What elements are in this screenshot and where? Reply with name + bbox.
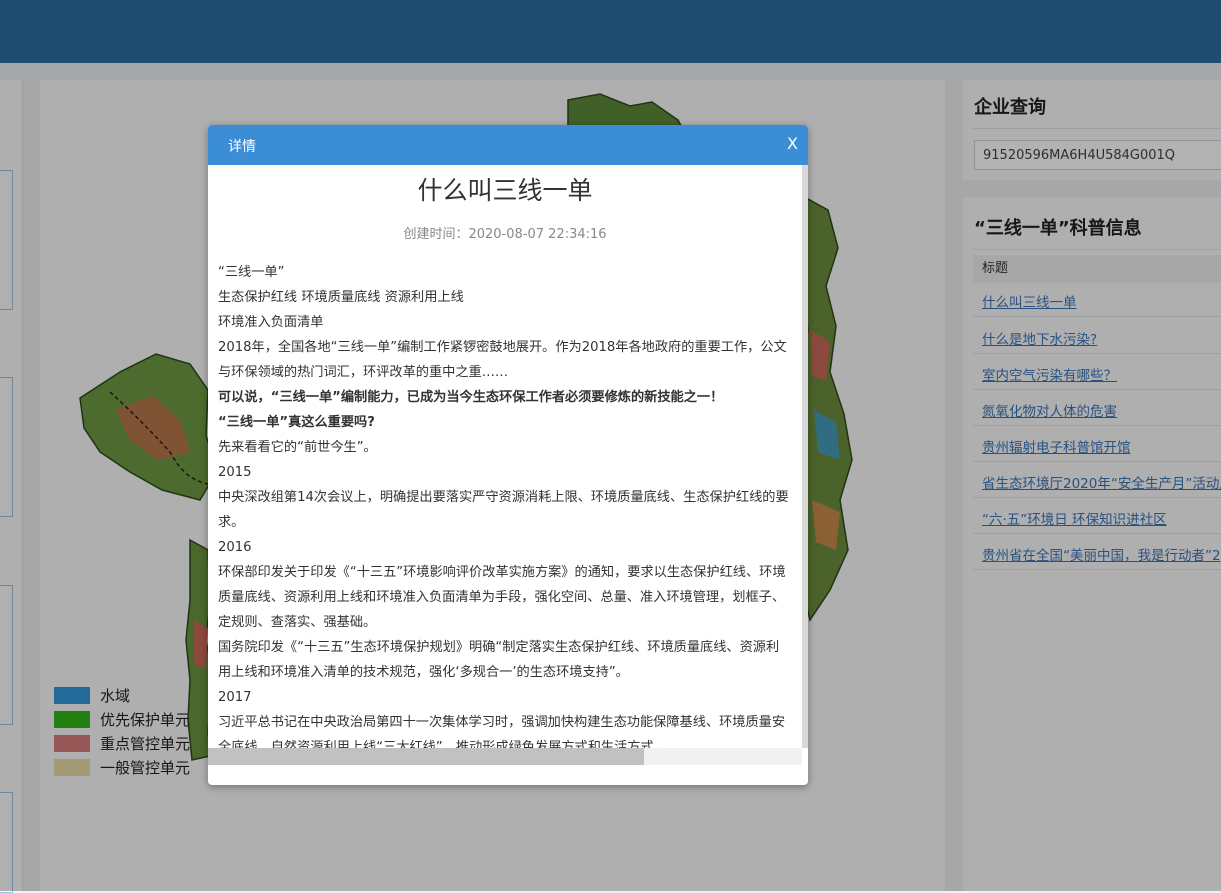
article-paragraph: 2016 xyxy=(218,540,252,555)
detail-modal: 详情 X 什么叫三线一单 创建时间：2020-08-07 22:34:16 “三… xyxy=(208,125,808,785)
article-paragraph: 先来看看它的“前世今生”。 xyxy=(218,440,377,455)
modal-title: 详情 xyxy=(228,139,256,155)
modal-body[interactable]: 什么叫三线一单 创建时间：2020-08-07 22:34:16 “三线一单” … xyxy=(208,165,802,748)
horizontal-scrollbar-thumb[interactable] xyxy=(208,748,644,765)
article-created-time: 创建时间：2020-08-07 22:34:16 xyxy=(208,223,802,242)
article-paragraph: 国务院印发《“十三五”生态环境保护规划》明确“制定落实生态保护红线、环境质量底线… xyxy=(218,640,780,680)
article-paragraph: 2017 xyxy=(218,690,252,705)
article-title: 什么叫三线一单 xyxy=(417,176,593,205)
created-time-value: 2020-08-07 22:34:16 xyxy=(468,227,607,242)
article-paragraph: 环境准入负面清单 xyxy=(218,315,324,330)
close-button[interactable]: X xyxy=(787,134,798,153)
horizontal-scrollbar[interactable] xyxy=(208,748,802,765)
article-paragraph: 中央深改组第14次会议上，明确提出要落实严守资源消耗上限、环境质量底线、生态保护… xyxy=(218,490,789,530)
vertical-scrollbar[interactable] xyxy=(802,165,808,748)
article-paragraph: 习近平总书记在中央政治局第四十一次集体学习时，强调加快构建生态功能保障基线、环境… xyxy=(218,715,786,748)
article-paragraph-bold: 可以说，“三线一单”编制能力，已成为当今生态环保工作者必须要修炼的新技能之一！ xyxy=(218,390,724,405)
created-label: 创建时间： xyxy=(403,227,469,242)
article-paragraph: 生态保护红线 环境质量底线 资源利用上线 xyxy=(218,290,464,305)
article-paragraph: “三线一单” xyxy=(218,265,285,280)
article-paragraph: 2015 xyxy=(218,465,252,480)
article-paragraph: 2018年，全国各地“三线一单”编制工作紧锣密鼓地展开。作为2018年各地政府的… xyxy=(218,340,787,380)
article-content: “三线一单” 生态保护红线 环境质量底线 资源利用上线 环境准入负面清单 201… xyxy=(208,260,802,748)
modal-header: 详情 X xyxy=(208,125,808,165)
article-paragraph-bold: “三线一单”真这么重要吗? xyxy=(218,415,375,430)
article-paragraph: 环保部印发关于印发《“十三五”环境影响评价改革实施方案》的通知，要求以生态保护红… xyxy=(218,565,786,630)
